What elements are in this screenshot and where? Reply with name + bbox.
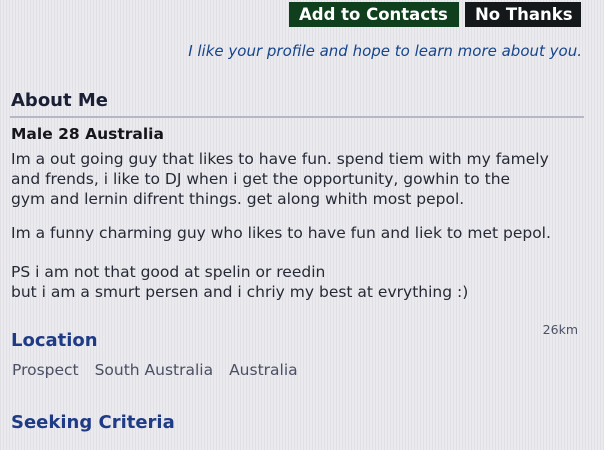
profile-tagline: I like your profile and hope to learn mo… — [188, 42, 582, 60]
location-state: South Australia — [94, 361, 214, 379]
profile-summary: Male 28 Australia — [11, 125, 164, 143]
about-paragraph: PS i am not that good at spelin or reedi… — [11, 263, 469, 301]
add-to-contacts-button[interactable]: Add to Contacts — [289, 2, 459, 27]
location-values: Prospect South Australia Australia — [12, 361, 309, 379]
seeking-criteria-heading: Seeking Criteria — [11, 412, 175, 433]
about-me-heading: About Me — [11, 90, 108, 111]
location-suburb: Prospect — [12, 361, 79, 379]
about-paragraph: Im a funny charming guy who likes to hav… — [11, 224, 551, 242]
location-country: Australia — [229, 361, 298, 379]
no-thanks-button[interactable]: No Thanks — [465, 2, 581, 27]
distance-label: 26km — [542, 322, 578, 337]
location-heading: Location — [11, 330, 98, 351]
section-divider — [10, 116, 584, 118]
action-bar: Add to Contacts No Thanks — [0, 0, 604, 30]
about-paragraph: Im a out going guy that likes to have fu… — [11, 150, 549, 208]
